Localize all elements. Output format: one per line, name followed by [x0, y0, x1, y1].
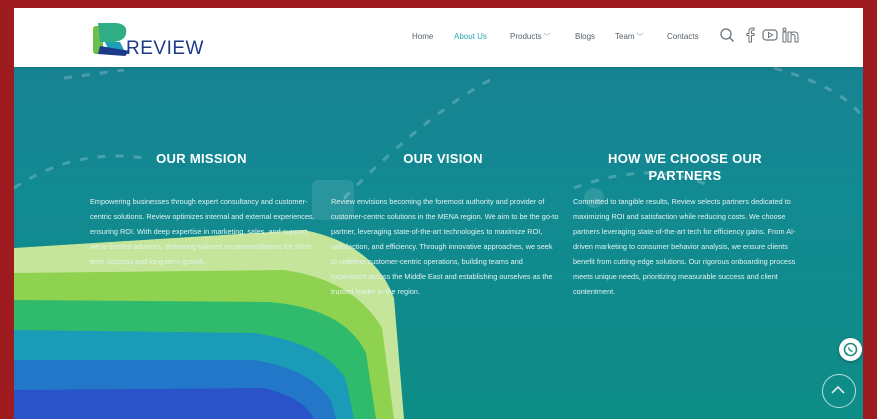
facebook-icon[interactable]	[745, 27, 755, 43]
nav-team[interactable]: Team ﹀	[615, 32, 644, 42]
partners-text: Committed to tangible results, Review se…	[573, 197, 796, 296]
chevron-up-icon	[830, 385, 845, 394]
linkedin-icon[interactable]	[782, 27, 800, 43]
mission-text: Empowering businesses through expert con…	[90, 197, 315, 266]
navbar: REVIEW Home About Us Products ﹀ Blogs Tea…	[14, 8, 863, 67]
nav-about-us[interactable]: About Us	[454, 32, 487, 41]
search-icon[interactable]	[719, 27, 735, 43]
whatsapp-icon	[843, 342, 858, 357]
nav-home[interactable]: Home	[412, 32, 433, 41]
nav-team-label: Team	[615, 32, 635, 41]
youtube-icon[interactable]	[762, 28, 778, 42]
partners-title: HOW WE CHOOSE OUR PARTNERS	[608, 151, 762, 183]
nav-products-label: Products	[510, 32, 542, 41]
chevron-down-icon: ﹀	[636, 34, 644, 41]
page-frame: REVIEW Home About Us Products ﹀ Blogs Tea…	[14, 8, 863, 419]
nav-blogs[interactable]: Blogs	[575, 32, 595, 41]
nav-products[interactable]: Products ﹀	[510, 32, 551, 42]
vision-title: OUR VISION	[403, 151, 483, 166]
scroll-to-top-button[interactable]	[822, 374, 856, 408]
nav-contacts[interactable]: Contacts	[667, 32, 699, 41]
mission-title: OUR MISSION	[156, 151, 247, 166]
brand-wordmark: REVIEW	[126, 38, 204, 59]
vision-text: Review envisions becoming the foremost a…	[331, 197, 559, 296]
whatsapp-button[interactable]	[839, 338, 862, 361]
chevron-down-icon: ﹀	[543, 34, 551, 41]
